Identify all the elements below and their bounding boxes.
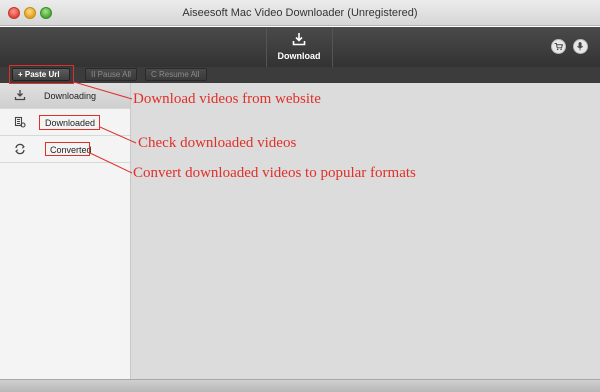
cart-icon <box>554 42 564 51</box>
highlight-box-converted <box>45 142 90 156</box>
title-bar: Aiseesoft Mac Video Downloader (Unregist… <box>0 0 600 26</box>
download-tab-label: Download <box>277 51 321 61</box>
download-list-area[interactable] <box>131 83 600 379</box>
mic-button[interactable] <box>573 39 588 54</box>
sidebar-item-label: Downloading <box>44 91 97 101</box>
download-arrow-icon <box>14 90 26 101</box>
window-title: Aiseesoft Mac Video Downloader (Unregist… <box>182 7 418 19</box>
annotation-download-videos: Download videos from website <box>133 91 321 107</box>
highlight-box-downloaded <box>39 115 100 130</box>
convert-cycle-icon <box>15 143 25 155</box>
sidebar-item-downloading[interactable]: Downloading <box>0 83 130 109</box>
toolbar-divider <box>332 27 333 67</box>
action-bar: + Paste Url II Pause All C Resume All <box>0 67 600 83</box>
cart-button[interactable] <box>551 39 566 54</box>
annotation-check-downloaded: Check downloaded videos <box>138 135 297 151</box>
highlight-box-paste-url <box>9 65 74 84</box>
status-bar <box>0 379 600 392</box>
download-tray-icon <box>292 33 306 46</box>
mic-icon <box>577 42 584 51</box>
download-tab-button[interactable]: Download <box>266 27 332 67</box>
resume-all-button[interactable]: C Resume All <box>145 68 207 81</box>
pause-all-button[interactable]: II Pause All <box>85 68 137 81</box>
annotation-convert-formats: Convert downloaded videos to popular for… <box>133 165 416 181</box>
film-list-icon <box>14 116 26 128</box>
main-toolbar: Download <box>0 27 600 67</box>
